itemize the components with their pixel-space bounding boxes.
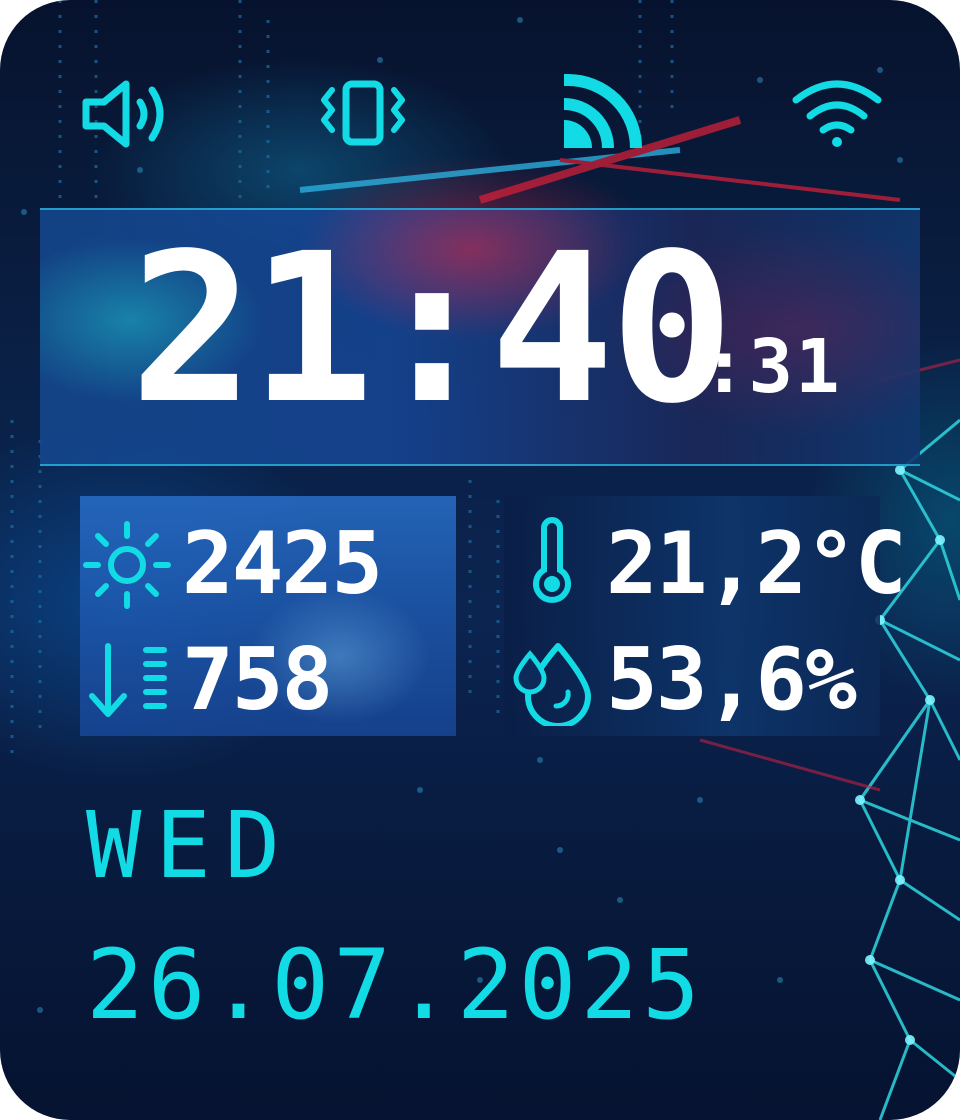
pressure-value: 758: [182, 630, 333, 730]
time-panel: 21:40 :31: [40, 208, 920, 466]
signal-icon[interactable]: [558, 74, 652, 154]
weekday-label: WED: [86, 792, 295, 899]
thermometer-icon: [533, 517, 571, 603]
wifi-icon[interactable]: [790, 74, 884, 154]
sun-icon: [83, 521, 171, 609]
pressure-icon: [89, 643, 167, 717]
watch-face: 21:40 :31 2425 758 21,2°C 53,6% WED 26.0…: [0, 0, 960, 1120]
temperature-value: 21,2°C: [606, 514, 907, 614]
light-pressure-panel: 2425 758: [80, 496, 456, 736]
light-value: 2425: [182, 514, 383, 614]
vibrate-icon[interactable]: [316, 74, 410, 154]
drop-icon: [513, 643, 591, 726]
clock-seconds: :31: [702, 324, 842, 410]
temperature-humidity-panel: 21,2°C 53,6%: [504, 496, 907, 736]
humidity-value: 53,6%: [606, 630, 857, 730]
date-label: 26.07.2025: [86, 929, 704, 1041]
clock-time: 21:40: [130, 209, 734, 449]
speaker-icon[interactable]: [80, 74, 174, 154]
